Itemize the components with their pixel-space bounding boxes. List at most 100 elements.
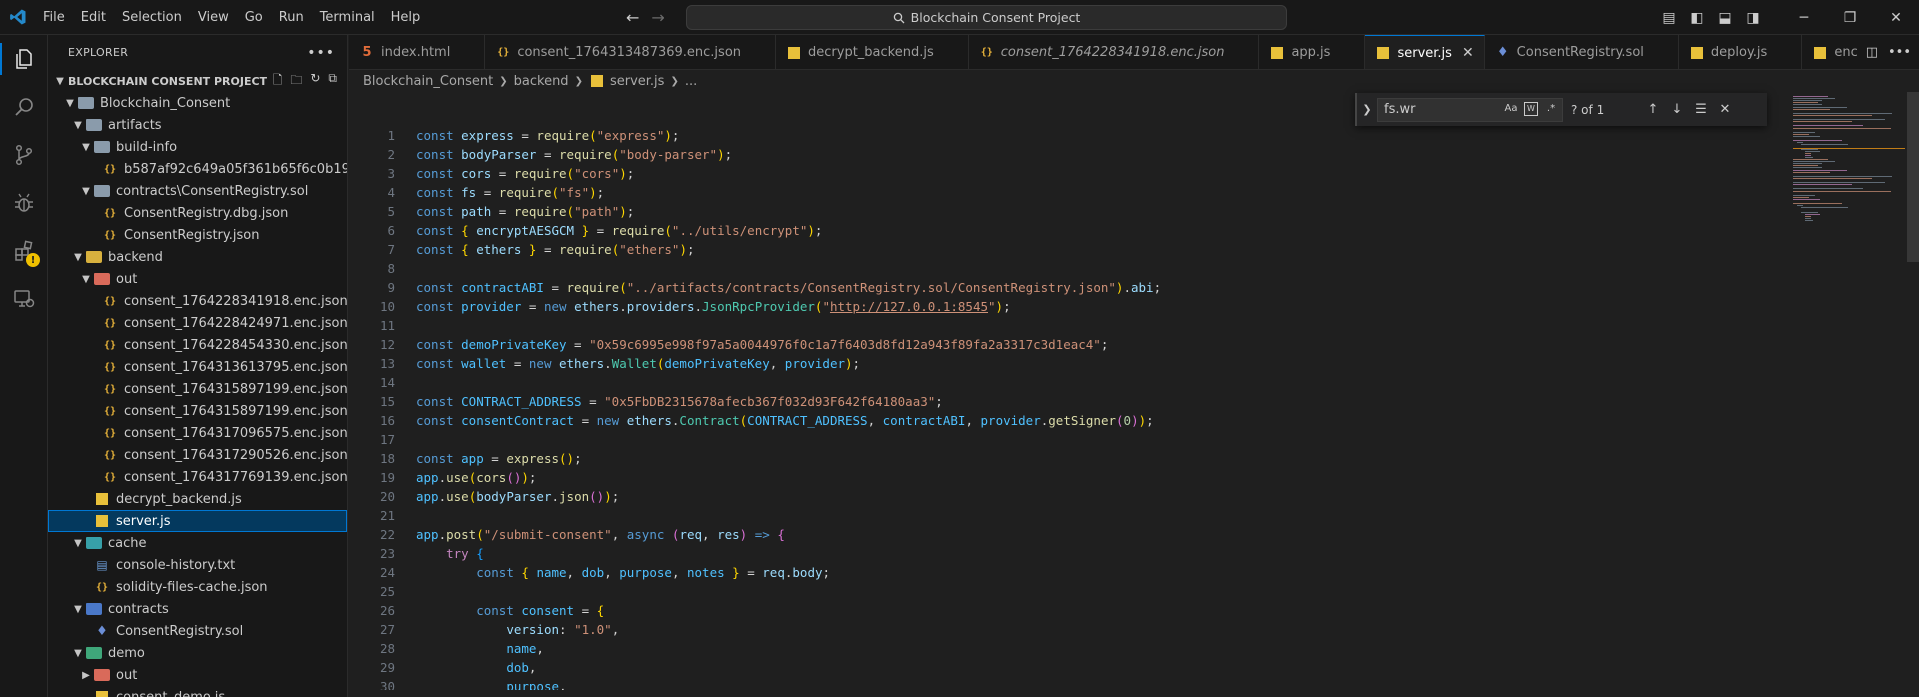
forward-arrow-icon[interactable]: →: [651, 8, 664, 27]
tree-file[interactable]: consent_demo.js: [48, 686, 347, 697]
tree-file[interactable]: {} consent_1764317096575.enc.json: [48, 422, 347, 444]
menu-help[interactable]: Help: [383, 0, 429, 35]
editor-tab[interactable]: server.js ✕: [1365, 35, 1485, 69]
editor-tab[interactable]: {} consent_1764313487369.enc.json: [485, 35, 777, 69]
menu-view[interactable]: View: [190, 0, 237, 35]
run-debug-activity[interactable]: [0, 179, 48, 227]
editor-tab[interactable]: {} consent_1764228341918.enc.json: [969, 35, 1260, 69]
editor-tab[interactable]: 5 index.html: [349, 35, 486, 69]
refresh-icon[interactable]: ↻: [310, 71, 320, 92]
explorer-activity[interactable]: [0, 35, 48, 83]
tree-folder[interactable]: ▼ contracts: [48, 598, 347, 620]
code-token: {: [476, 546, 484, 561]
collapse-all-icon[interactable]: ⧉: [328, 71, 337, 92]
more-actions-icon[interactable]: •••: [307, 45, 335, 61]
toggle-replace-chevron-icon[interactable]: ❯: [1357, 103, 1377, 116]
breadcrumb-item[interactable]: server.js: [610, 74, 664, 89]
menu-go[interactable]: Go: [237, 0, 271, 35]
breadcrumb-item[interactable]: backend: [514, 74, 569, 89]
tree-folder[interactable]: ▼ contracts\ConsentRegistry.sol: [48, 180, 347, 202]
search-activity[interactable]: [0, 83, 48, 131]
new-folder-icon[interactable]: 🗀: [290, 71, 302, 92]
tree-file[interactable]: {} consent_1764228424971.enc.json: [48, 312, 347, 334]
new-file-icon[interactable]: 🗋: [273, 71, 283, 92]
tree-folder[interactable]: ▼ out: [48, 268, 347, 290]
menu-terminal[interactable]: Terminal: [312, 0, 383, 35]
close-window-icon[interactable]: ✕: [1873, 10, 1919, 26]
tree-file[interactable]: {} solidity-files-cache.json: [48, 576, 347, 598]
back-arrow-icon[interactable]: ←: [626, 8, 639, 27]
restore-icon[interactable]: ❐: [1827, 10, 1873, 26]
more-actions-icon[interactable]: •••: [1888, 45, 1911, 60]
next-match-icon[interactable]: ↓: [1665, 102, 1689, 117]
whole-word-icon[interactable]: W: [1524, 101, 1538, 116]
editor-tab[interactable]: decrypt_backend.js: [776, 35, 969, 69]
tree-file[interactable]: {} ConsentRegistry.dbg.json: [48, 202, 347, 224]
tree-file[interactable]: {} ConsentRegistry.json: [48, 224, 347, 246]
find-input[interactable]: fs.wr Aa W .*: [1377, 97, 1563, 122]
tree-file[interactable]: ♦ ConsentRegistry.sol: [48, 620, 347, 642]
tree-folder[interactable]: ▼ backend: [48, 246, 347, 268]
toggle-primary-sidebar-icon[interactable]: ◧: [1683, 10, 1711, 26]
menu-file[interactable]: File: [35, 0, 73, 35]
tree-folder[interactable]: ▼ artifacts: [48, 114, 347, 136]
tree-file[interactable]: {} consent_1764315897199.enc.json: [48, 378, 347, 400]
breadcrumb-item[interactable]: ...: [685, 74, 697, 89]
code-token: ethers: [574, 299, 620, 314]
horizontal-scrollbar[interactable]: [349, 690, 1919, 697]
code-token: new: [528, 356, 559, 371]
tree-file[interactable]: decrypt_backend.js: [48, 488, 347, 510]
minimize-icon[interactable]: ─: [1781, 10, 1827, 26]
tree-file[interactable]: {} consent_1764315897199.enc.json.m...: [48, 400, 347, 422]
command-center-search[interactable]: Blockchain Consent Project: [686, 5, 1287, 30]
js-file-icon: [94, 690, 110, 697]
tree-file[interactable]: {} b587af92c649a05f361b65f6c0b1964...: [48, 158, 347, 180]
minimap[interactable]: [1793, 92, 1905, 697]
code-editor[interactable]: 1 2 3 4 5 6 7 8 9 10 11 12 13 14 15 16 17 18 19 20 21 22 23 24 2…: [349, 92, 1919, 697]
tree-folder[interactable]: ▼ demo: [48, 642, 347, 664]
vertical-scrollbar[interactable]: [1907, 92, 1919, 262]
remote-explorer-activity[interactable]: [0, 275, 48, 323]
menu-selection[interactable]: Selection: [114, 0, 190, 35]
toggle-panel-icon[interactable]: ⬓: [1711, 10, 1739, 26]
tree-file[interactable]: {} consent_1764313613795.enc.json: [48, 356, 347, 378]
tree-folder[interactable]: ▼ Blockchain_Consent: [48, 92, 347, 114]
code-token: (: [566, 204, 575, 219]
source-control-activity[interactable]: [0, 131, 48, 179]
regex-icon[interactable]: .*: [1544, 102, 1558, 116]
menu-run[interactable]: Run: [271, 0, 312, 35]
code-token: const: [416, 147, 462, 162]
customize-layout-icon[interactable]: ▤: [1655, 10, 1683, 26]
match-case-icon[interactable]: Aa: [1504, 102, 1518, 116]
previous-match-icon[interactable]: ↑: [1641, 102, 1665, 117]
toggle-secondary-sidebar-icon[interactable]: ◨: [1739, 10, 1767, 26]
editor-tab[interactable]: deploy.js: [1679, 35, 1803, 69]
tree-file[interactable]: {} consent_1764317769139.enc.json: [48, 466, 347, 488]
breadcrumb-item[interactable]: Blockchain_Consent: [363, 74, 493, 89]
tree-folder[interactable]: ▼ cache: [48, 532, 347, 554]
js-file-icon: [786, 46, 802, 60]
code-token: require: [513, 166, 567, 181]
text-file-icon: ▤: [96, 558, 108, 572]
close-find-icon[interactable]: ✕: [1713, 102, 1737, 117]
tree-folder[interactable]: ▶ out: [48, 664, 347, 686]
close-tab-icon[interactable]: ✕: [1462, 45, 1474, 61]
project-header[interactable]: ▼ BLOCKCHAIN CONSENT PROJECT 🗋 🗀 ↻ ⧉: [48, 70, 347, 92]
find-in-selection-icon[interactable]: ☰: [1689, 102, 1713, 117]
minimap-line: [1793, 96, 1828, 97]
editor-tab[interactable]: ♦ ConsentRegistry.sol: [1485, 35, 1679, 69]
folder-icon: [94, 185, 110, 197]
menu-edit[interactable]: Edit: [73, 0, 114, 35]
split-editor-icon[interactable]: ◫: [1866, 45, 1878, 60]
code-token: ;: [814, 223, 823, 238]
tree-file[interactable]: ▤ console-history.txt: [48, 554, 347, 576]
tree-folder[interactable]: ▼ build-info: [48, 136, 347, 158]
editor-tab[interactable]: app.js: [1259, 35, 1366, 69]
minimap-line: [1801, 207, 1848, 209]
tree-file[interactable]: {} consent_1764228454330.enc.json: [48, 334, 347, 356]
code-token: demoPrivateKey: [664, 356, 770, 371]
tree-file[interactable]: {} consent_1764317290526.enc.json: [48, 444, 347, 466]
tree-file[interactable]: server.js: [48, 510, 347, 532]
extensions-activity[interactable]: !: [0, 227, 48, 275]
tree-file[interactable]: {} consent_1764228341918.enc.json: [48, 290, 347, 312]
